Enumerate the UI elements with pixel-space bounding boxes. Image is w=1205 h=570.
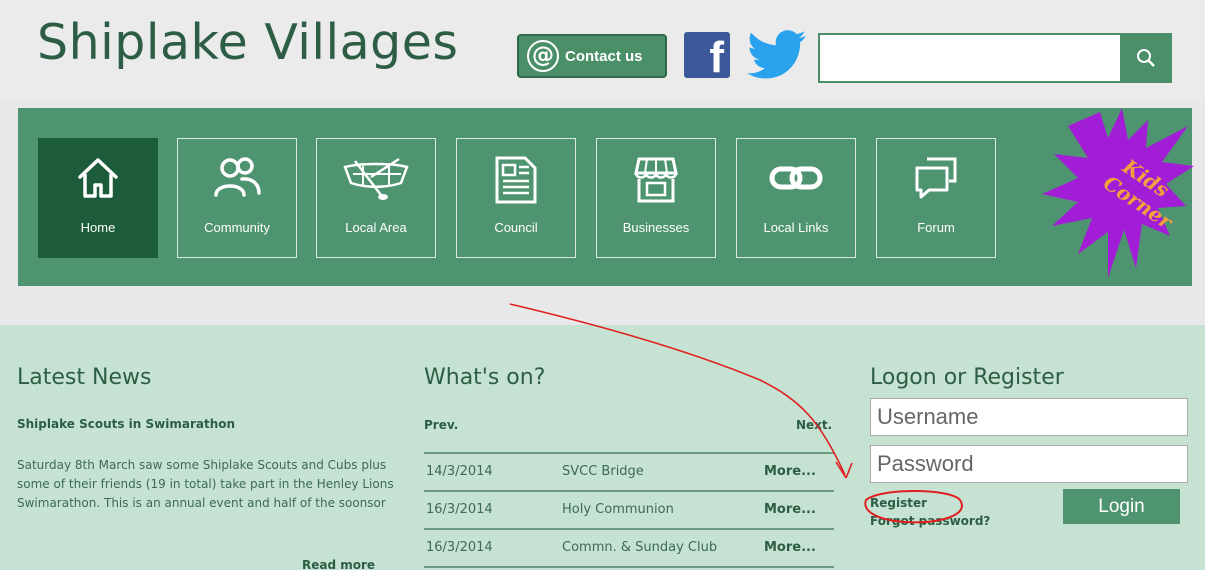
event-row: 14/3/2014 SVCC Bridge More... bbox=[424, 452, 834, 488]
shop-icon bbox=[634, 157, 678, 203]
event-more-link[interactable]: More... bbox=[764, 502, 816, 517]
facebook-glyph: f bbox=[709, 33, 724, 79]
nav-label: Businesses bbox=[622, 220, 690, 235]
event-name: Holy Communion bbox=[562, 501, 674, 517]
event-date: 16/3/2014 bbox=[426, 539, 493, 555]
main-nav: Home Community Local Area Council Busine… bbox=[18, 108, 1194, 286]
event-date: 14/3/2014 bbox=[426, 463, 493, 479]
contact-us-button[interactable]: @ Contact us bbox=[517, 34, 667, 78]
forgot-password-link[interactable]: Forgot password? bbox=[870, 514, 990, 528]
nav-item-council[interactable]: Council bbox=[456, 138, 576, 258]
nav-item-local-area[interactable]: Local Area bbox=[316, 138, 436, 258]
news-body: Saturday 8th March saw some Shiplake Sco… bbox=[17, 458, 394, 510]
nav-label: Local Links bbox=[763, 220, 829, 235]
nav-item-home[interactable]: Home bbox=[38, 138, 158, 258]
username-field[interactable] bbox=[870, 398, 1188, 436]
search-input[interactable] bbox=[818, 33, 1122, 83]
kids-corner-splash[interactable]: Kids Corner bbox=[1038, 108, 1194, 286]
site-header: Shiplake Villages @ Contact us f bbox=[0, 0, 1205, 100]
nav-label: Local Area bbox=[345, 220, 407, 235]
chat-icon bbox=[915, 157, 957, 199]
event-list-divider bbox=[424, 566, 834, 568]
nav-item-local-links[interactable]: Local Links bbox=[736, 138, 856, 258]
event-name: SVCC Bridge bbox=[562, 463, 644, 479]
news-headline[interactable]: Shiplake Scouts in Swimarathon bbox=[17, 417, 235, 431]
facebook-icon[interactable]: f bbox=[684, 32, 730, 78]
nav-item-businesses[interactable]: Businesses bbox=[596, 138, 716, 258]
search-button[interactable] bbox=[1120, 33, 1172, 83]
search-icon bbox=[1137, 49, 1155, 67]
latest-news-title: Latest News bbox=[17, 365, 152, 390]
people-icon bbox=[214, 157, 261, 197]
newspaper-icon bbox=[495, 156, 537, 204]
link-icon bbox=[769, 166, 823, 190]
at-sign-icon: @ bbox=[527, 40, 559, 72]
events-next-link[interactable]: Next. bbox=[796, 418, 832, 432]
site-title[interactable]: Shiplake Villages bbox=[37, 14, 458, 71]
nav-label: Council bbox=[494, 220, 538, 235]
read-more-link[interactable]: Read more bbox=[302, 558, 375, 570]
login-title: Logon or Register bbox=[870, 365, 1064, 390]
twitter-icon[interactable] bbox=[746, 30, 808, 80]
events-prev-link[interactable]: Prev. bbox=[424, 418, 458, 432]
event-more-link[interactable]: More... bbox=[764, 540, 816, 555]
event-more-link[interactable]: More... bbox=[764, 464, 816, 479]
nav-label: Home bbox=[80, 220, 116, 235]
nav-label: Forum bbox=[917, 220, 955, 235]
whats-on-title: What's on? bbox=[424, 365, 546, 390]
password-field[interactable] bbox=[870, 445, 1188, 483]
rowing-boat-icon bbox=[343, 157, 409, 200]
contact-us-label: Contact us bbox=[565, 47, 643, 65]
nav-item-forum[interactable]: Forum bbox=[876, 138, 996, 258]
event-row: 16/3/2014 Commn. & Sunday Club More... bbox=[424, 528, 834, 564]
nav-item-community[interactable]: Community bbox=[177, 138, 297, 258]
event-row: 16/3/2014 Holy Communion More... bbox=[424, 490, 834, 526]
nav-label: Community bbox=[204, 220, 270, 235]
event-name: Commn. & Sunday Club bbox=[562, 539, 718, 555]
home-icon bbox=[78, 158, 118, 198]
event-date: 16/3/2014 bbox=[426, 501, 493, 517]
login-button[interactable]: Login bbox=[1063, 489, 1180, 524]
register-link[interactable]: Register bbox=[870, 496, 927, 510]
